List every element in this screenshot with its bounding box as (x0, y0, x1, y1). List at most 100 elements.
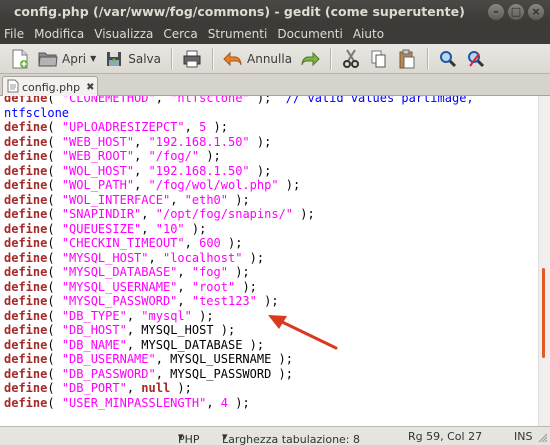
redo-button[interactable] (296, 46, 324, 72)
code-line[interactable]: define( "CHECKIN_TIMEOUT", 600 ); (4, 236, 534, 251)
code-line[interactable]: define( "DB_TYPE", "mysql" ); (4, 309, 534, 324)
code-token: ); (235, 279, 257, 294)
code-token: , (206, 395, 221, 410)
menu-documenti[interactable]: Documenti (272, 27, 348, 41)
code-token: "DB_NAME" (61, 337, 127, 352)
code-line[interactable]: define( "DB_PORT", null ); (4, 381, 534, 396)
code-token: "test123" (191, 294, 257, 308)
open-dropdown-icon[interactable]: ▼ (90, 54, 96, 63)
code-token: define (4, 236, 48, 250)
replace-button[interactable] (462, 46, 490, 72)
code-token: ( (47, 366, 62, 381)
paste-button[interactable] (393, 46, 421, 72)
find-button[interactable] (434, 46, 462, 72)
copy-icon (369, 49, 389, 69)
tab-config-php[interactable]: config.php ✖ (2, 76, 98, 97)
code-token: ( (47, 149, 62, 163)
menu-visualizza[interactable]: Visualizza (89, 27, 158, 41)
print-button[interactable] (178, 46, 206, 72)
menu-aiuto[interactable]: Aiuto (348, 27, 389, 41)
code-line[interactable]: define( "WEB_ROOT", "/fog/" ); (4, 149, 534, 164)
code-token: ); (249, 134, 272, 149)
code-token: ( (47, 381, 62, 395)
menu-cerca[interactable]: Cerca (158, 27, 202, 41)
code-token: null (141, 381, 171, 395)
code-token: , (184, 236, 200, 250)
menu-strumenti[interactable]: Strumenti (203, 27, 273, 41)
code-line[interactable]: define( "WOL_INTERFACE", "eth0" ); (4, 193, 534, 208)
code-token: , (134, 178, 149, 192)
code-token: "MYSQL_HOST" (61, 250, 149, 265)
code-line[interactable]: define( "MYSQL_PASSWORD", "test123" ); (4, 294, 534, 309)
maximize-button[interactable]: □ (508, 4, 524, 20)
language-selector[interactable]: PHP ▾ (178, 430, 200, 445)
code-line[interactable]: define( "DB_HOST", MYSQL_HOST ); (4, 323, 534, 338)
toolbar-separator (212, 47, 214, 70)
code-token: "QUEUESIZE" (61, 221, 142, 236)
copy-button[interactable] (365, 46, 393, 72)
code-token: "WOL_PATH" (61, 178, 135, 192)
code-editor[interactable]: define( "CLONEMETHOD", "ntfsclone" ); //… (0, 96, 550, 426)
code-line[interactable]: define( "DB_NAME", MYSQL_DATABASE ); (4, 338, 534, 353)
menu-modifica[interactable]: Modifica (29, 27, 89, 41)
vertical-scrollbar[interactable] (538, 96, 550, 426)
open-button[interactable]: Apri ▼ (34, 46, 100, 72)
code-token: ( (47, 221, 62, 236)
undo-button[interactable]: Annulla (219, 46, 296, 72)
code-line[interactable]: define( "MYSQL_HOST", "localhost" ); (4, 251, 534, 266)
find-replace-icon (466, 49, 486, 69)
code-line[interactable]: define( "WEB_HOST", "192.168.1.50" ); (4, 135, 534, 150)
code-line[interactable]: define( "WOL_HOST", "192.168.1.50" ); (4, 164, 534, 179)
close-window-button[interactable]: × (528, 4, 544, 20)
save-label: Salva (128, 51, 162, 66)
code-token: , (170, 192, 185, 207)
code-line[interactable]: define( "MYSQL_USERNAME", "root" ); (4, 280, 534, 295)
code-token: define (4, 265, 48, 279)
minimize-button[interactable]: – (488, 4, 504, 20)
code-token: "WEB_HOST" (61, 134, 135, 149)
code-token: ( (47, 265, 62, 279)
new-document-button[interactable] (6, 46, 34, 72)
code-line[interactable]: define( "CLONEMETHOD", "ntfsclone" ); //… (4, 96, 534, 106)
code-line[interactable]: define( "SNAPINDIR", "/opt/fog/snapins/"… (4, 207, 534, 222)
undo-label: Annulla (247, 51, 293, 66)
code-line[interactable]: define( "UPLOADRESIZEPCT", 5 ); (4, 120, 534, 135)
code-token: , MYSQL_USERNAME ); (155, 352, 294, 366)
resize-grip-icon[interactable] (538, 433, 548, 443)
code-token: "/fog/wol/wol.php" (148, 178, 279, 192)
cut-button[interactable] (337, 46, 365, 72)
folder-icon (38, 49, 58, 69)
save-button[interactable]: Salva (100, 46, 165, 72)
code-line[interactable]: define( "WOL_PATH", "/fog/wol/wol.php" )… (4, 178, 534, 193)
undo-arrow-icon (223, 49, 243, 69)
code-token: ); (199, 149, 221, 163)
close-tab-icon[interactable]: ✖ (86, 82, 94, 93)
code-token: "fog" (191, 265, 228, 279)
code-line[interactable]: define( "DB_PASSWORD", MYSQL_PASSWORD ); (4, 367, 534, 382)
code-token: "CLONEMETHOD" (61, 96, 156, 105)
code-line[interactable]: define( "USER_MINPASSLENGTH", 4 ); (4, 396, 534, 411)
code-line[interactable]: ntfsclone (4, 106, 534, 121)
cursor-position: Rg 59, Col 27 (408, 430, 483, 443)
code-token: "10" (155, 221, 185, 236)
document-icon (7, 79, 19, 96)
code-line[interactable]: define( "MYSQL_DATABASE", "fog" ); (4, 265, 534, 280)
code-token: , (134, 149, 149, 163)
tab-width-selector[interactable]: Larghezza tabulazione: 8 ▾ (222, 430, 360, 445)
code-line[interactable]: define( "QUEUESIZE", "10" ); (4, 222, 534, 237)
scrollbar-thumb[interactable] (542, 268, 545, 358)
code-line[interactable]: define( "DB_USERNAME", MYSQL_USERNAME ); (4, 352, 534, 367)
code-token: ( (47, 178, 62, 192)
toolbar-separator (171, 47, 173, 70)
code-text[interactable]: define( "CLONEMETHOD", "ntfsclone" ); //… (4, 96, 534, 410)
code-token: "DB_USERNAME" (61, 352, 156, 366)
code-token: , MYSQL_HOST ); (126, 323, 236, 337)
code-token: , MYSQL_DATABASE ); (126, 337, 265, 352)
open-label: Apri (62, 51, 87, 66)
menu-file[interactable]: File (0, 27, 29, 41)
code-token: ( (47, 294, 62, 308)
code-token: ( (47, 96, 62, 105)
code-token: , (148, 250, 163, 265)
code-token: ( (47, 134, 62, 149)
code-token: ); (220, 236, 243, 250)
